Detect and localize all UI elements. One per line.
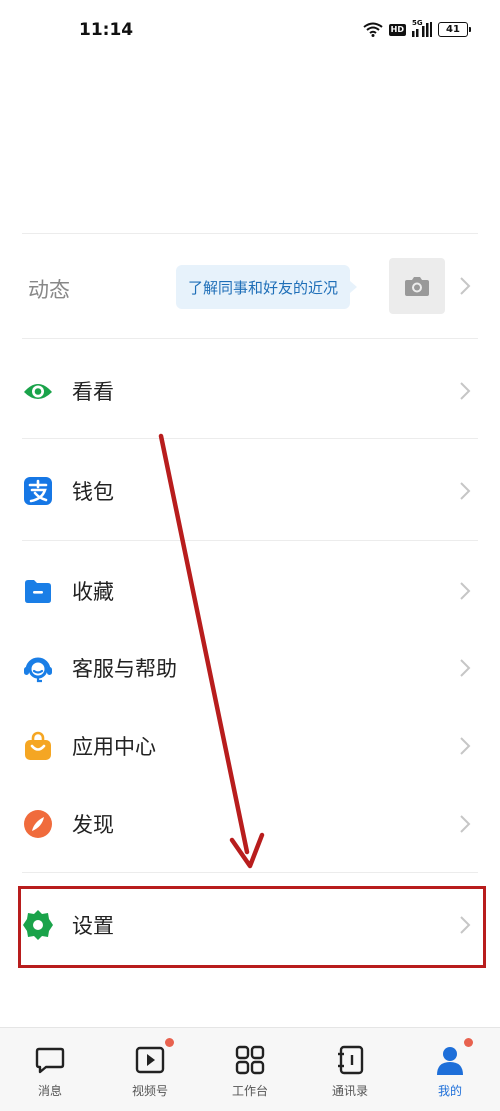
tab-bar: 消息 视频号 工作台 通讯录 我的 bbox=[0, 1027, 500, 1111]
tab-me[interactable]: 我的 bbox=[400, 1028, 500, 1111]
divider bbox=[22, 338, 478, 339]
menu-label: 应用中心 bbox=[72, 735, 156, 759]
tab-label: 通讯录 bbox=[331, 1084, 368, 1098]
moments-label: 动态 bbox=[28, 278, 70, 302]
menu-label: 客服与帮助 bbox=[72, 657, 177, 681]
menu-item-kankan[interactable]: 看看 bbox=[0, 356, 500, 426]
tab-workbench[interactable]: 工作台 bbox=[200, 1028, 300, 1111]
divider bbox=[22, 438, 478, 439]
menu-item-app-center[interactable]: 应用中心 bbox=[0, 711, 500, 781]
tab-messages[interactable]: 消息 bbox=[0, 1028, 100, 1111]
chevron-right-icon bbox=[460, 382, 471, 400]
menu-item-discover[interactable]: 发现 bbox=[0, 789, 500, 859]
status-bar: 11:14 HD 5G 41 bbox=[0, 0, 500, 64]
tab-label: 工作台 bbox=[231, 1084, 268, 1098]
tab-channels[interactable]: 视频号 bbox=[100, 1028, 200, 1111]
divider bbox=[22, 233, 478, 234]
shopping-bag-icon bbox=[22, 730, 54, 762]
tab-label: 视频号 bbox=[131, 1084, 168, 1098]
moments-tip-bubble: 了解同事和好友的近况 bbox=[176, 265, 358, 309]
divider bbox=[22, 872, 478, 873]
hd-badge: HD bbox=[388, 23, 406, 36]
battery-level: 41 bbox=[446, 24, 460, 35]
menu-item-support[interactable]: 客服与帮助 bbox=[0, 633, 500, 703]
wallet-icon bbox=[22, 475, 54, 507]
camera-icon bbox=[405, 277, 429, 296]
chevron-right-icon bbox=[460, 582, 471, 600]
status-icons: HD 5G 41 bbox=[363, 19, 471, 37]
tab-contacts[interactable]: 通讯录 bbox=[300, 1028, 400, 1111]
highlight-box bbox=[18, 886, 486, 968]
chevron-right-icon bbox=[460, 737, 471, 755]
eye-icon bbox=[22, 375, 54, 407]
chevron-right-icon bbox=[460, 659, 471, 677]
menu-label: 钱包 bbox=[72, 480, 114, 504]
battery-icon: 41 bbox=[438, 22, 471, 37]
signal-icon: 5G bbox=[412, 19, 432, 37]
status-time: 11:14 bbox=[79, 20, 134, 40]
menu-item-favorites[interactable]: 收藏 bbox=[0, 556, 500, 626]
chevron-right-icon bbox=[460, 277, 471, 295]
chevron-right-icon bbox=[460, 815, 471, 833]
moments-row[interactable]: 动态 了解同事和好友的近况 bbox=[0, 236, 500, 338]
contacts-book-icon bbox=[338, 1045, 364, 1075]
divider bbox=[22, 540, 478, 541]
notification-dot bbox=[165, 1038, 174, 1047]
person-icon bbox=[437, 1047, 463, 1075]
menu-item-wallet[interactable]: 钱包 bbox=[0, 456, 500, 526]
wifi-icon bbox=[363, 22, 383, 37]
menu-label: 发现 bbox=[72, 813, 114, 837]
video-icon bbox=[135, 1046, 165, 1074]
compass-icon bbox=[22, 808, 54, 840]
headset-icon bbox=[22, 652, 54, 684]
camera-button[interactable] bbox=[389, 258, 445, 314]
menu-label: 看看 bbox=[72, 380, 114, 404]
menu-label: 收藏 bbox=[72, 580, 114, 604]
chevron-right-icon bbox=[460, 482, 471, 500]
tab-label: 消息 bbox=[37, 1084, 62, 1098]
grid-icon bbox=[235, 1045, 265, 1075]
bubble-text: 了解同事和好友的近况 bbox=[188, 278, 339, 297]
folder-icon bbox=[22, 575, 54, 607]
chat-bubble-icon bbox=[35, 1047, 65, 1074]
tab-label: 我的 bbox=[437, 1084, 462, 1098]
notification-dot bbox=[464, 1038, 473, 1047]
